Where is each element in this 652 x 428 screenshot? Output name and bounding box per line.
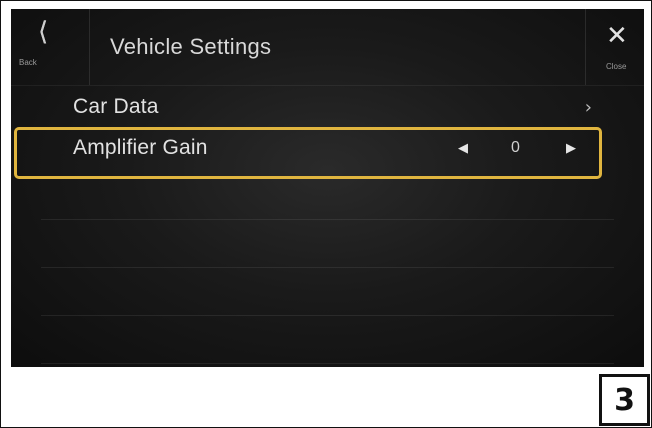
header-bar: ⟨⟨ Back Vehicle Settings ✕ Close — [11, 9, 644, 86]
amplifier-gain-value: 0 — [511, 139, 520, 156]
page-number: 3 — [614, 383, 635, 418]
close-icon: ✕ — [606, 21, 628, 51]
head-unit-screen: ⟨⟨ Back Vehicle Settings ✕ Close Car Dat… — [11, 9, 644, 367]
list-divider — [41, 363, 614, 364]
back-label: Back — [19, 58, 37, 67]
car-data-label: Car Data — [73, 95, 159, 118]
increase-arrow-icon[interactable]: ▶ — [566, 141, 576, 156]
close-label: Close — [606, 62, 627, 71]
chevron-right-icon: › — [584, 97, 592, 118]
back-button[interactable]: ⟨⟨ Back — [11, 9, 90, 85]
close-button[interactable]: ✕ Close — [585, 9, 644, 85]
list-divider — [41, 219, 614, 220]
list-divider — [41, 267, 614, 268]
page-number-box: 3 — [599, 374, 650, 426]
list-divider — [41, 315, 614, 316]
page-frame: ⟨⟨ Back Vehicle Settings ✕ Close Car Dat… — [0, 0, 652, 428]
amplifier-gain-label: Amplifier Gain — [73, 136, 208, 159]
list-item-amplifier-gain[interactable]: Amplifier Gain ◀ 0 ▶ — [11, 126, 644, 174]
page-title: Vehicle Settings — [110, 34, 272, 59]
decrease-arrow-icon[interactable]: ◀ — [458, 141, 468, 156]
